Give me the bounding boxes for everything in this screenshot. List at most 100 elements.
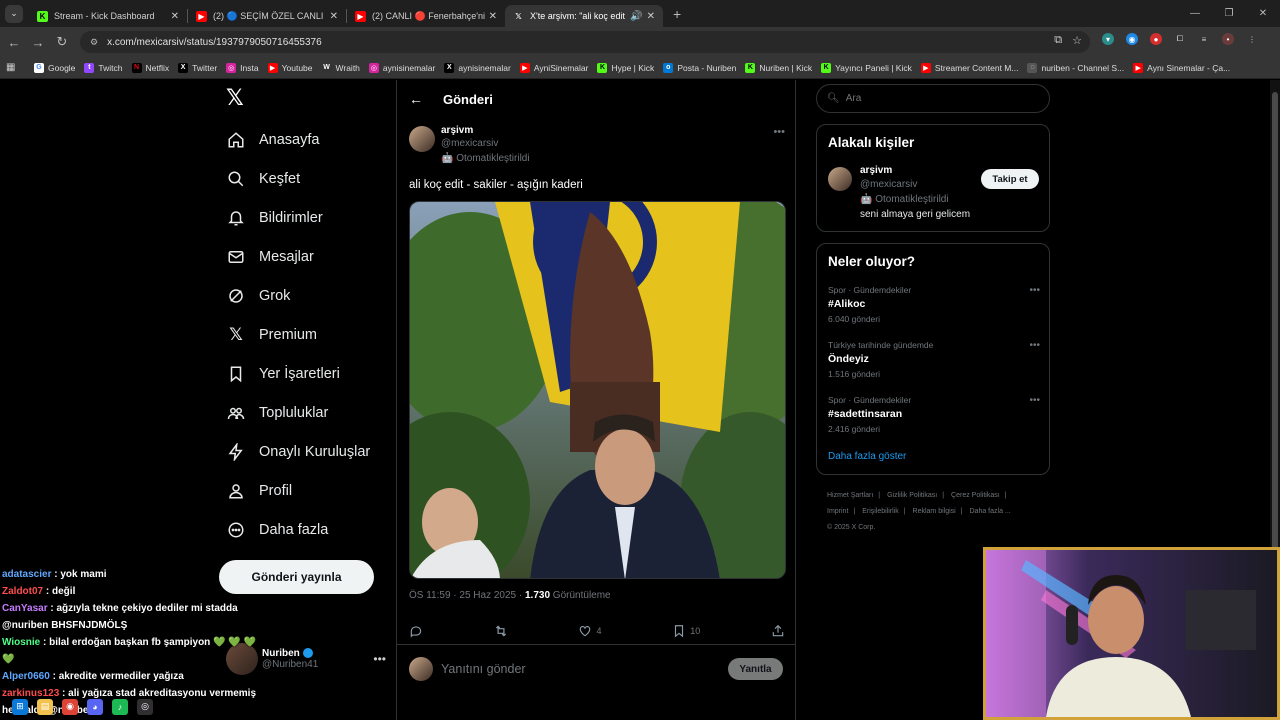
nav-communities[interactable]: Topluluklar (219, 393, 389, 432)
close-icon[interactable]: ✕ (330, 11, 338, 22)
forward-icon[interactable]: → (26, 35, 50, 50)
bookmark-item[interactable]: W Wraith (321, 62, 360, 73)
avatar[interactable] (409, 126, 435, 152)
avatar (409, 657, 433, 681)
instagram-icon: ◎ (368, 62, 379, 73)
obs-icon[interactable]: ◎ (137, 698, 153, 715)
menu-kebab-icon[interactable]: ⋮ (1246, 33, 1258, 45)
back-icon[interactable]: ← (2, 35, 26, 50)
tab-search-button[interactable]: ⌄ (5, 4, 23, 23)
reply-icon (410, 626, 422, 638)
tab-kick-dashboard[interactable]: K Stream - Kick Dashboard ✕ (29, 5, 187, 27)
bookmark-button[interactable]: 10 (672, 624, 700, 638)
nav-home[interactable]: Anasayfa (219, 120, 389, 159)
bookmark-item[interactable]: X Twitter (178, 62, 217, 73)
new-tab-button[interactable]: + (673, 6, 681, 22)
windows-start-icon[interactable]: ⊞ (12, 698, 28, 715)
sidebar-nav: Anasayfa Keşfet Bildirimler Mesajlar Gro… (219, 120, 389, 549)
reload-icon[interactable]: ↻ (50, 34, 74, 50)
bookmark-item[interactable]: Xaynisinemalar (444, 62, 511, 73)
nav-profile[interactable]: Profil (219, 471, 389, 510)
trend-item[interactable]: Spor · Gündemdekiler #Alikoc 6.040 gönde… (828, 285, 1040, 324)
tab-x-post[interactable]: 𝕏 X'te arşivm: "ali koç edit - s 🔊 ✕ (505, 5, 663, 27)
more-dots-icon[interactable]: ••• (1029, 395, 1040, 406)
share-button[interactable] (771, 624, 785, 638)
bookmark-item[interactable]: o Posta - Nuriben (663, 62, 736, 73)
more-dots-icon[interactable]: ••• (1029, 285, 1040, 296)
close-icon[interactable]: ✕ (647, 11, 655, 22)
trend-item[interactable]: Türkiye tarihinde gündemde Öndeyiz 1.516… (828, 340, 1040, 379)
red-extension-icon[interactable]: ● (1150, 33, 1162, 45)
nav-premium[interactable]: 𝕏 Premium (219, 315, 389, 354)
bookmark-item[interactable]: K Hype | Kick (597, 62, 654, 73)
bookmark-star-icon[interactable]: ☆ (1072, 34, 1082, 47)
bookmark-item[interactable]: K Nuriben | Kick (745, 62, 812, 73)
person-icon (227, 482, 245, 500)
follow-button[interactable]: Takip et (981, 169, 1039, 189)
nav-explore[interactable]: Keşfet (219, 159, 389, 198)
media-icon[interactable]: ≡ (1198, 33, 1210, 45)
tab-youtube-1[interactable]: ▶ (2) 🔵 SEÇİM ÖZEL CANLI | Kul ✕ (188, 5, 346, 27)
trend-item[interactable]: Spor · Gündemdekiler #sadettinsaran 2.41… (828, 395, 1040, 434)
bookmark-item[interactable]: ▶ Streamer Content M... (920, 62, 1018, 73)
chat-line: @nuriben BHSFNJDMÖLŞ (2, 620, 128, 631)
search-box[interactable]: 🔍︎ (816, 84, 1050, 113)
site-info-icon[interactable]: ⚙ (90, 37, 98, 48)
home-icon (227, 131, 245, 149)
chat-line: Wiosnie : bilal erdoğan başkan fb şampiy… (2, 637, 256, 648)
bookmark-item[interactable]: ▶ Aynı Sinemalar - Ça... (1133, 62, 1230, 73)
nav-verified-orgs[interactable]: Onaylı Kuruluşlar (219, 432, 389, 471)
more-dots-icon[interactable]: ••• (773, 126, 785, 138)
reply-button[interactable] (409, 624, 423, 638)
search-input[interactable] (845, 93, 1026, 104)
more-dots-icon[interactable]: ••• (1029, 340, 1040, 351)
discord-icon[interactable]: ◕ (87, 698, 103, 715)
nav-messages[interactable]: Mesajlar (219, 237, 389, 276)
kick-icon: K (745, 62, 756, 73)
bookmark-item[interactable]: ◌ nuriben - Channel S... (1027, 62, 1124, 73)
chat-line: adatascier : yok mami (2, 569, 107, 580)
tab-youtube-2[interactable]: ▶ (2) CANLI 🔴 Fenerbahçe'nin Y ✕ (347, 5, 505, 27)
chrome-icon[interactable]: ◉ (62, 698, 78, 715)
nav-bookmarks[interactable]: Yer İşaretleri (219, 354, 389, 393)
close-window-icon[interactable]: ✕ (1246, 0, 1280, 27)
reply-input[interactable]: Yanıtını gönder (441, 662, 526, 676)
bookmark-item[interactable]: ◎ aynisinemalar (368, 62, 435, 73)
minimize-icon[interactable]: — (1178, 0, 1212, 27)
youtube-icon: ▶ (267, 62, 278, 73)
mail-icon: o (663, 62, 674, 73)
show-more-link[interactable]: Daha fazla göster (828, 451, 906, 462)
bookmark-item[interactable]: ▶ AyniSinemalar (519, 62, 588, 73)
bookmark-item[interactable]: N Netflix (131, 62, 169, 73)
x-logo-icon[interactable]: 𝕏 (226, 87, 246, 109)
restore-icon[interactable]: ❐ (1212, 0, 1246, 27)
chat-line: Alper0660 : akredite vermediler yağıza (2, 671, 184, 682)
file-explorer-icon[interactable]: ▤ (37, 698, 53, 715)
nav-grok[interactable]: Grok (219, 276, 389, 315)
close-icon[interactable]: ✕ (171, 11, 179, 22)
apps-grid-icon[interactable]: ▦ (6, 62, 20, 73)
bookmark-item[interactable]: ◎ Insta (226, 62, 259, 73)
reply-submit-button[interactable]: Yanıtla (728, 658, 783, 680)
url-field[interactable]: ⚙ x.com/mexicarsiv/status/19379790507164… (80, 31, 1090, 53)
bookmark-item[interactable]: ▶ Youtube (267, 62, 313, 73)
blue-extension-icon[interactable]: ◉ (1126, 33, 1138, 45)
youtube-icon: ▶ (355, 10, 366, 22)
speaker-icon[interactable]: 🔊 (630, 11, 642, 22)
shield-extension-icon[interactable]: ▾ (1102, 33, 1114, 45)
profile-avatar-icon[interactable]: • (1222, 33, 1234, 45)
bookmark-item[interactable]: G Google (34, 62, 75, 73)
nav-more[interactable]: Daha fazla (219, 510, 389, 549)
puzzle-icon[interactable]: ⧠ (1174, 33, 1186, 45)
like-button[interactable]: 4 (578, 624, 601, 638)
post-video[interactable] (409, 201, 786, 579)
repost-button[interactable] (494, 624, 508, 638)
bookmark-item[interactable]: t Twitch (84, 62, 123, 73)
close-icon[interactable]: ✕ (489, 11, 497, 22)
spotify-icon[interactable]: ♪ (112, 698, 128, 715)
back-arrow-icon[interactable]: ← (409, 91, 423, 107)
bookmark-item[interactable]: K Yayıncı Paneli | Kick (821, 62, 912, 73)
install-icon[interactable]: ⧉ (1054, 34, 1062, 47)
taskbar: ⊞ ▤ ◉ ◕ ♪ ◎ (0, 693, 230, 720)
nav-notifications[interactable]: Bildirimler (219, 198, 389, 237)
